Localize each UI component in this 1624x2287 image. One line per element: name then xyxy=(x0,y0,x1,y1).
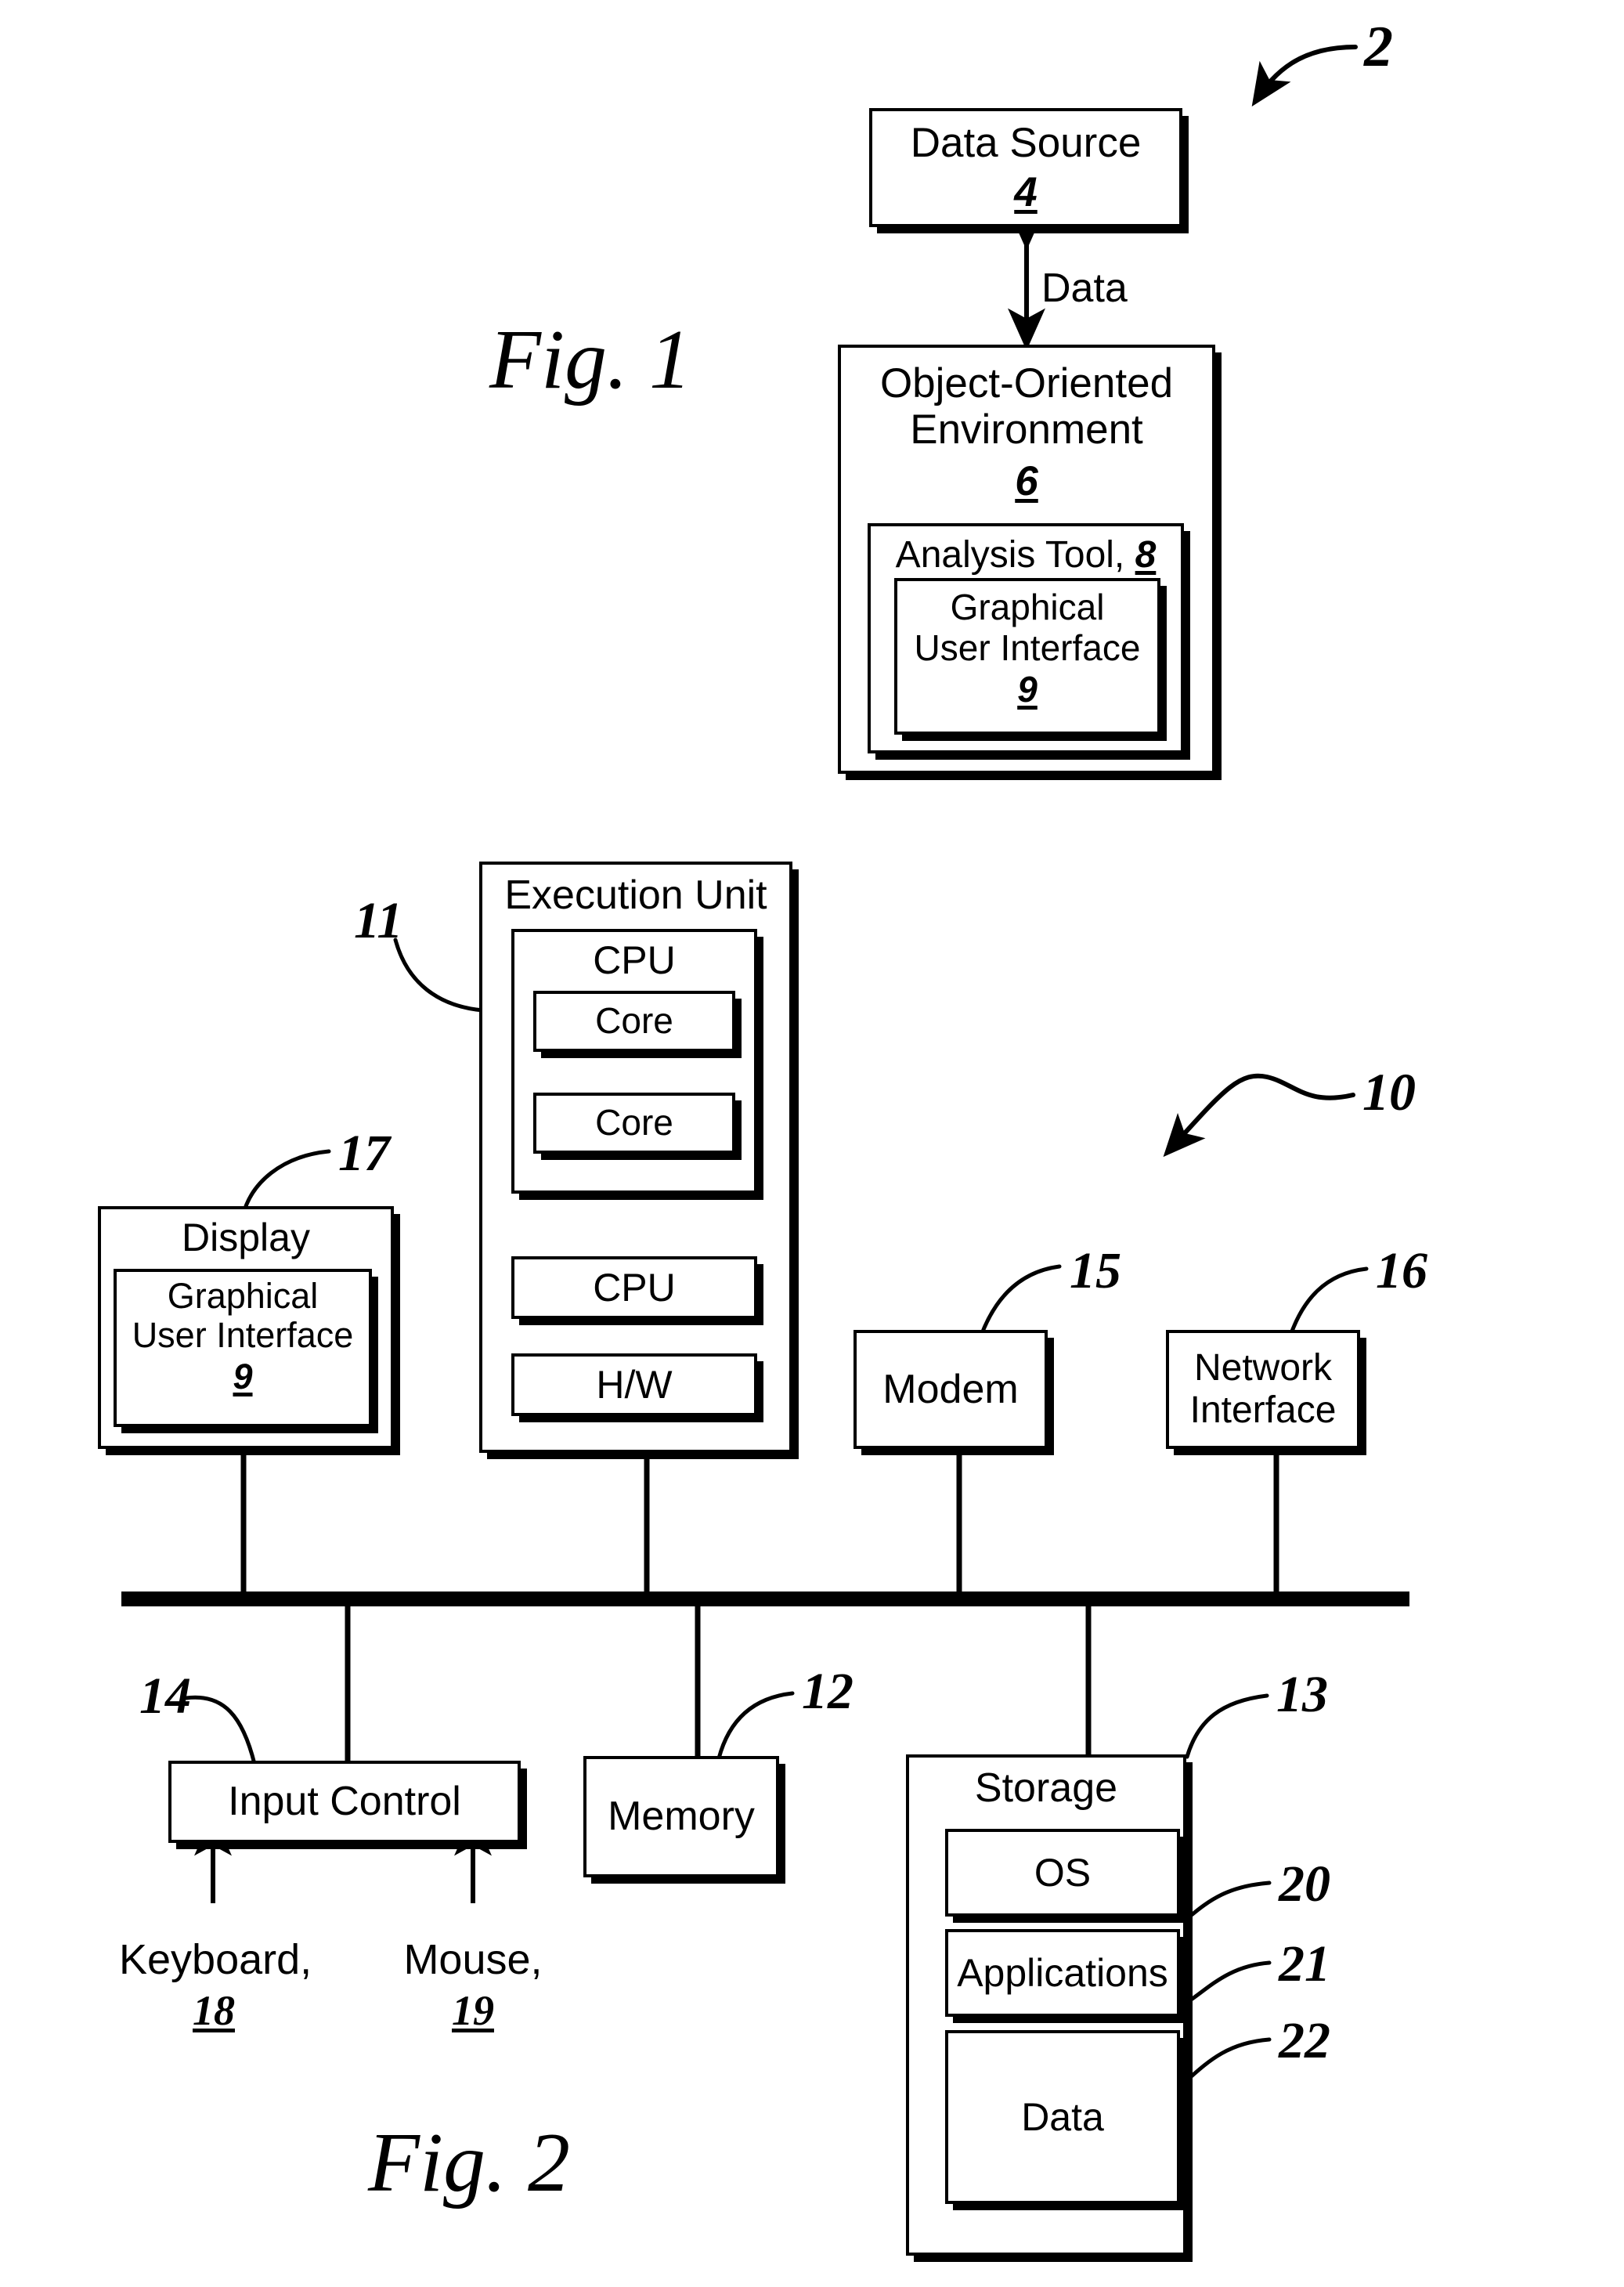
os-ref: 20 xyxy=(1279,1855,1330,1913)
applications-title: Applications xyxy=(957,1951,1168,1995)
fig2-system-ref: 10 xyxy=(1362,1062,1416,1122)
memory-ref: 12 xyxy=(802,1663,854,1720)
hw-label: H/W xyxy=(596,1363,673,1407)
mouse-label: Mouse, 19 xyxy=(390,1935,556,2036)
fig1-label: Fig. 1 xyxy=(489,313,691,406)
data-ref: 22 xyxy=(1279,2012,1330,2069)
gui-box-fig2: Graphical User Interface 9 xyxy=(114,1269,372,1427)
modem-title: Modem xyxy=(882,1366,1019,1412)
modem-leader xyxy=(979,1264,1062,1338)
keyboard-label: Keyboard, 18 xyxy=(119,1935,312,2036)
environment-ref: 6 xyxy=(1015,457,1038,504)
network-interface-leader xyxy=(1288,1266,1369,1338)
patent-drawing-sheet: Fig. 1 2 Data Source 4 Data Object-Orien… xyxy=(0,0,1624,2287)
gui-box-fig1: Graphical User Interface 9 xyxy=(894,578,1160,735)
network-interface-title-line2: Interface xyxy=(1189,1389,1337,1431)
analysis-tool-title: Analysis Tool, 8 xyxy=(871,534,1181,576)
applications-ref: 21 xyxy=(1279,1935,1330,1993)
gui-title-line2-fig1: User Interface xyxy=(914,627,1141,668)
network-interface-title-line1: Network xyxy=(1193,1347,1333,1389)
cpu-multicore-title: CPU xyxy=(593,938,676,982)
fig1-system-leader xyxy=(1251,45,1358,107)
input-control-ref: 14 xyxy=(139,1667,191,1725)
cpu-single-label: CPU xyxy=(593,1266,676,1310)
system-bus xyxy=(121,1592,1409,1606)
storage-title: Storage xyxy=(974,1765,1118,1811)
storage-leader xyxy=(1185,1693,1269,1759)
fig1-system-ref: 2 xyxy=(1364,15,1393,79)
os-leader xyxy=(1186,1881,1272,1920)
data-leader xyxy=(1186,2037,1272,2082)
execution-unit-title: Execution Unit xyxy=(504,873,767,918)
memory-leader xyxy=(716,1691,795,1761)
os-box: OS xyxy=(945,1829,1180,1917)
cpu-single-box: CPU xyxy=(511,1256,757,1319)
fig2-label: Fig. 2 xyxy=(368,2116,570,2209)
input-control-box: Input Control xyxy=(168,1761,521,1843)
cpu-multicore-box: CPU xyxy=(511,929,757,1194)
input-control-leader xyxy=(184,1695,257,1766)
memory-box: Memory xyxy=(583,1756,779,1877)
gui-ref-fig2: 9 xyxy=(233,1356,253,1396)
network-interface-ref: 16 xyxy=(1376,1242,1427,1299)
gui-title-line1-fig1: Graphical xyxy=(950,587,1105,627)
execution-unit-leader xyxy=(393,938,485,1013)
data-flow-label: Data xyxy=(1041,266,1128,311)
analysis-tool-label: Analysis Tool, xyxy=(895,534,1135,576)
data-box: Data xyxy=(945,2030,1180,2204)
core-label-2: Core xyxy=(595,1102,673,1144)
environment-title-line2: Environment xyxy=(910,406,1143,453)
display-title: Display xyxy=(182,1216,310,1259)
keyboard-title: Keyboard, xyxy=(119,1936,312,1983)
analysis-tool-ref: 8 xyxy=(1135,534,1157,576)
applications-leader xyxy=(1186,1960,1272,2004)
fig2-system-leader xyxy=(1163,1073,1355,1158)
storage-ref: 13 xyxy=(1276,1666,1328,1723)
keyboard-ref: 18 xyxy=(193,1986,235,2034)
input-control-title: Input Control xyxy=(228,1779,461,1825)
mouse-title: Mouse, xyxy=(403,1936,543,1983)
data-title: Data xyxy=(1021,2095,1104,2139)
applications-box: Applications xyxy=(945,1929,1180,2017)
environment-title-line1: Object-Oriented xyxy=(879,360,1174,406)
network-interface-box: Network Interface xyxy=(1166,1330,1360,1449)
core-label-1: Core xyxy=(595,1000,673,1042)
core-box-2: Core xyxy=(533,1093,735,1154)
modem-box: Modem xyxy=(854,1330,1048,1449)
mouse-ref: 19 xyxy=(452,1986,494,2034)
gui-title-line2-fig2: User Interface xyxy=(132,1315,354,1356)
gui-title-line1-fig2: Graphical xyxy=(167,1276,319,1316)
os-title: OS xyxy=(1034,1851,1092,1895)
modem-ref: 15 xyxy=(1070,1242,1121,1299)
gui-ref-fig1: 9 xyxy=(1017,669,1038,710)
data-source-ref: 4 xyxy=(1014,169,1038,215)
memory-title: Memory xyxy=(608,1794,755,1840)
execution-unit-ref: 11 xyxy=(354,892,403,949)
display-ref: 17 xyxy=(338,1125,390,1182)
data-source-title: Data Source xyxy=(910,119,1142,166)
hw-box: H/W xyxy=(511,1353,757,1416)
core-box-1: Core xyxy=(533,991,735,1052)
data-source-box: Data Source 4 xyxy=(869,108,1182,227)
